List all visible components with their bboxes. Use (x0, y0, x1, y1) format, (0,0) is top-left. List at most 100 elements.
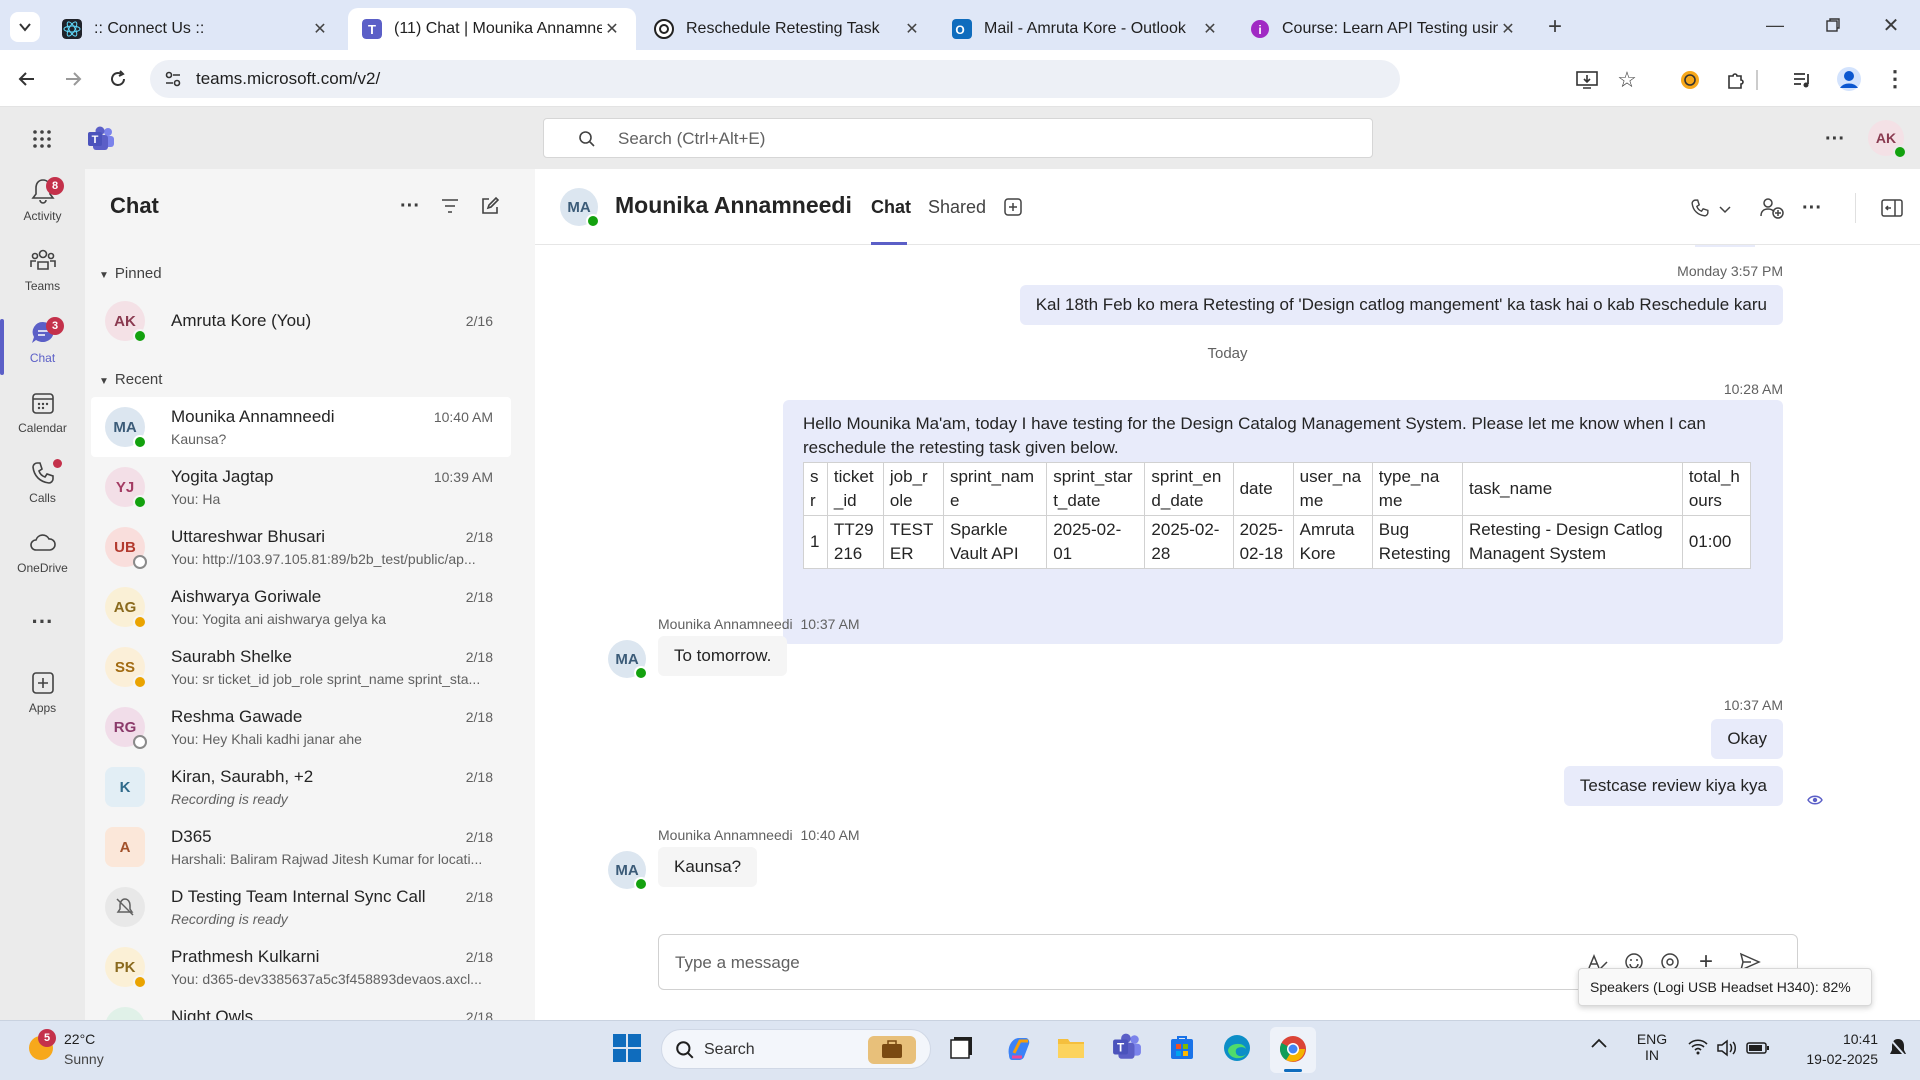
call-options-dropdown[interactable] (1715, 197, 1735, 221)
weather-sun-icon[interactable]: 5 (26, 1029, 56, 1063)
my-message-bubble[interactable]: Hello Mounika Ma'am, today I have testin… (783, 400, 1783, 644)
bell-off-icon (116, 898, 134, 916)
add-people-button[interactable] (1757, 193, 1787, 223)
reload-button[interactable] (103, 64, 133, 94)
start-button[interactable] (612, 1033, 642, 1063)
chat-list-item[interactable]: AG Aishwarya Goriwale You: Yogita ani ai… (91, 577, 511, 637)
battery-icon[interactable] (1746, 1040, 1770, 1058)
conversation-more-options-icon[interactable]: ··· (1797, 193, 1827, 223)
chat-list-item[interactable]: Night Owls 2/18 (91, 997, 511, 1020)
new-tab-button[interactable]: + (1540, 12, 1570, 42)
rail-more-apps[interactable]: ··· (0, 609, 85, 635)
task-table: s r ticket _id job_r ole sprint_nam e sp… (803, 462, 1752, 569)
tab-chat[interactable]: Chat (871, 197, 911, 218)
their-message-bubble[interactable]: Kaunsa? (658, 847, 758, 887)
chat-list-item[interactable]: D Testing Team Internal Sync Call Record… (91, 877, 511, 937)
browser-tab-course[interactable]: i Course: Learn API Testing using ✕ (1236, 8, 1532, 50)
rail-chat[interactable]: Chat 3 (0, 317, 85, 365)
close-icon[interactable]: ✕ (1498, 19, 1518, 39)
call-button[interactable] (1685, 193, 1715, 223)
rail-calls[interactable]: Calls (0, 459, 85, 505)
clock[interactable]: 10:41 19-02-2025 (1788, 1031, 1878, 1067)
back-button[interactable] (12, 64, 42, 94)
browser-tab-reschedule[interactable]: Reschedule Retesting Task ✕ (640, 8, 936, 50)
chat-list-item[interactable]: PK Prathmesh Kulkarni You: d365-dev33856… (91, 937, 511, 997)
bookmark-star-icon[interactable]: ☆ (1613, 66, 1641, 94)
chat-list-item[interactable]: SS Saurabh Shelke You: sr ticket_id job_… (91, 637, 511, 697)
tab-search-button[interactable] (10, 12, 40, 42)
chrome-taskbar-button[interactable] (1270, 1027, 1316, 1073)
wifi-icon[interactable] (1688, 1039, 1710, 1059)
chat-list-item[interactable]: AK Amruta Kore (You) 2/16 (91, 291, 511, 351)
chat-list-item[interactable]: MA Mounika Annamneedi Kaunsa? 10:40 AM (91, 397, 511, 457)
contact-name[interactable]: Mounika Annamneedi (615, 192, 852, 219)
rail-activity[interactable]: Activity 8 (0, 177, 85, 223)
chat-list-item[interactable]: K Kiran, Saurabh, +2 Recording is ready … (91, 757, 511, 817)
weather-temp[interactable]: 22°C (64, 1031, 95, 1047)
chat-list-pane: Chat ··· ▼ Pinned AK Amruta Kore (You) 2/… (85, 169, 535, 1020)
forward-button[interactable] (58, 64, 88, 94)
close-icon[interactable]: ✕ (310, 19, 330, 39)
close-icon[interactable]: ✕ (602, 19, 622, 39)
my-message-bubble[interactable]: Testcase review kiya kya (1563, 766, 1783, 806)
my-message-bubble[interactable]: Kal 18th Feb ko mera Retesting of 'Desig… (1019, 285, 1783, 325)
browser-tab-teams-chat[interactable]: T (11) Chat | Mounika Annamneedi ✕ (348, 8, 636, 50)
new-chat-icon[interactable] (475, 191, 505, 221)
chat-list-item[interactable]: A D365 Harshali: Baliram Rajwad Jitesh K… (91, 817, 511, 877)
sender-avatar[interactable]: MA (608, 851, 648, 891)
filter-icon[interactable] (435, 191, 465, 221)
chat-more-options-icon[interactable]: ··· (395, 191, 425, 221)
restore-button[interactable] (1818, 10, 1848, 40)
taskbar-search[interactable]: Search (661, 1029, 931, 1069)
volume-icon[interactable] (1716, 1039, 1738, 1059)
tab-shared[interactable]: Shared (928, 197, 986, 218)
rail-apps[interactable]: Apps (0, 669, 85, 715)
app-launcher-icon[interactable] (28, 125, 56, 153)
extension-clock-icon[interactable] (1676, 66, 1704, 94)
store-icon[interactable] (1168, 1033, 1200, 1065)
rail-teams[interactable]: Teams (0, 247, 85, 293)
install-app-icon[interactable] (1573, 66, 1601, 94)
rail-onedrive[interactable]: OneDrive (0, 529, 85, 575)
pinned-section-header[interactable]: ▼ Pinned (99, 265, 162, 282)
presence-offline-icon (133, 555, 147, 569)
their-message-bubble[interactable]: To tomorrow. (658, 636, 788, 676)
show-hidden-icons-chevron-up-icon[interactable] (1590, 1037, 1614, 1061)
profile-avatar-icon[interactable] (1834, 64, 1864, 94)
close-icon[interactable]: ✕ (902, 19, 922, 39)
site-info-icon[interactable] (162, 68, 184, 90)
sender-avatar[interactable]: MA (608, 640, 648, 680)
phone-icon (1691, 199, 1709, 217)
recent-section-header[interactable]: ▼ Recent (99, 371, 162, 388)
edge-icon[interactable] (1222, 1033, 1254, 1065)
chat-list-item[interactable]: UB Uttareshwar Bhusari You: http://103.9… (91, 517, 511, 577)
chat-list-item[interactable]: YJ Yogita Jagtap You: Ha 10:39 AM (91, 457, 511, 517)
copilot-icon[interactable] (1004, 1033, 1036, 1065)
notifications-bell-icon[interactable] (1888, 1037, 1910, 1059)
language-indicator[interactable]: ENG IN (1636, 1031, 1668, 1063)
close-icon[interactable]: ✕ (1200, 19, 1220, 39)
browser-menu-icon[interactable]: ⋮ (1880, 64, 1910, 94)
media-control-icon[interactable] (1788, 66, 1816, 94)
task-view-icon[interactable] (948, 1033, 980, 1065)
weather-condition: Sunny (64, 1051, 104, 1067)
user-avatar[interactable]: AK (1868, 120, 1907, 159)
calendar-icon (31, 393, 54, 414)
add-tab-button[interactable] (1001, 195, 1025, 219)
tab-title: :: Connect Us :: (94, 20, 205, 37)
contact-avatar[interactable]: MA (560, 188, 600, 228)
search-input[interactable]: Search (Ctrl+Alt+E) (543, 118, 1373, 158)
file-explorer-icon[interactable] (1056, 1033, 1088, 1065)
my-message-bubble[interactable]: Okay (1711, 719, 1783, 759)
browser-tab-connect-us[interactable]: :: Connect Us :: ✕ (48, 8, 344, 50)
chat-list-item[interactable]: RG Reshma Gawade You: Hey Khali kadhi ja… (91, 697, 511, 757)
close-window-button[interactable]: ✕ (1876, 10, 1906, 40)
presence-away-icon (133, 975, 147, 989)
minimize-button[interactable]: — (1760, 10, 1790, 40)
browser-tab-outlook[interactable]: O Mail - Amruta Kore - Outlook ✕ (938, 8, 1234, 50)
settings-more-icon[interactable]: ··· (1820, 124, 1850, 154)
extensions-puzzle-icon[interactable] (1722, 66, 1750, 94)
rail-calendar[interactable]: Calendar (0, 389, 85, 435)
teams-taskbar-icon[interactable]: T (1112, 1033, 1144, 1065)
open-side-panel-button[interactable] (1877, 193, 1907, 223)
